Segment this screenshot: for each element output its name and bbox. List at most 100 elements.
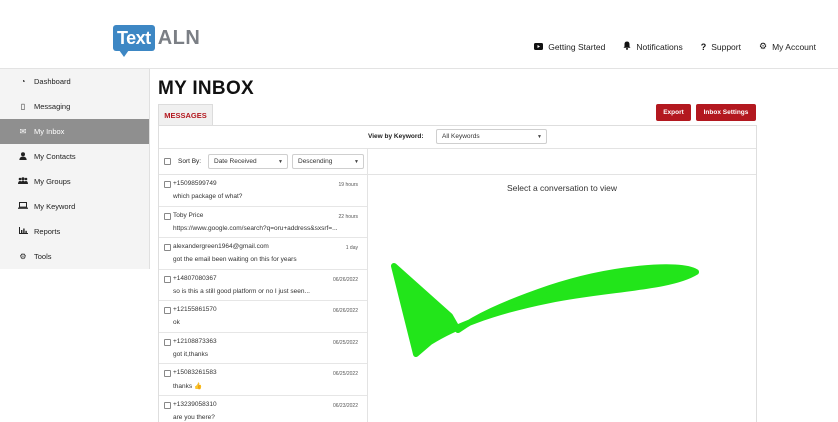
conversation-name: +12155861570: [173, 306, 217, 313]
conversation-time: 06/26/2022: [332, 308, 358, 314]
caret-down-icon: ▼: [278, 158, 283, 165]
sidebar-item-messaging[interactable]: ▯ Messaging: [0, 94, 149, 119]
chart-icon: [18, 227, 28, 236]
sidebar-item-my-inbox[interactable]: ✉ My Inbox: [0, 119, 149, 144]
inbox-settings-button[interactable]: Inbox Settings: [696, 104, 756, 121]
conversation-item[interactable]: +12108873363 06/25/2022 got it,thanks: [159, 333, 367, 364]
conversation-time: 06/26/2022: [332, 276, 358, 283]
conversation-name: +14807080367: [173, 274, 217, 282]
keyword-select[interactable]: All Keywords ▼: [436, 129, 547, 144]
conversation-name: Toby Price: [173, 211, 204, 219]
sidebar-item-dashboard[interactable]: ◔ Dashboard: [0, 69, 149, 94]
conversation-checkbox[interactable]: [164, 212, 171, 220]
logo-mark: Text: [113, 25, 155, 57]
conversation-placeholder: Select a conversation to view: [506, 183, 618, 193]
sort-row: Sort By: Date Received ▼ Descending ▼: [159, 149, 367, 175]
gear-icon: ⚙: [758, 41, 768, 51]
sidebar-item-label: My Keyword: [34, 202, 76, 211]
notifications-link[interactable]: Notifications: [623, 41, 683, 52]
conversation-name: +15098599749: [173, 180, 217, 187]
keyword-select-value: All Keywords: [442, 133, 480, 140]
notifications-label: Notifications: [636, 41, 683, 52]
conversation-item[interactable]: alexandergreen1964@gmail.com 1 day got t…: [159, 238, 367, 270]
conversation-preview: which package of what?: [173, 193, 243, 200]
sidebar-item-label: Messaging: [34, 102, 71, 111]
logo-text: ALN: [157, 26, 201, 49]
conversation-time: 06/25/2022: [332, 339, 358, 346]
conversation-time: 1 day: [345, 245, 358, 251]
envelope-icon: ✉: [19, 127, 27, 136]
phone-icon: ▯: [20, 102, 26, 111]
sidebar-item-label: Dashboard: [34, 77, 71, 86]
conversation-preview: thanks 👍: [173, 383, 203, 390]
sidebar-item-label: My Inbox: [34, 127, 65, 136]
caret-down-icon: ▼: [354, 158, 359, 165]
conversation-name: alexandergreen1964@gmail.com: [173, 243, 269, 250]
sidebar-item-my-contacts[interactable]: My Contacts: [0, 144, 149, 169]
conversation-checkbox[interactable]: [164, 275, 171, 283]
sort-by-value: Date Received: [214, 158, 257, 165]
conversation-preview: got the email been waiting on this for y…: [173, 256, 297, 263]
support-label: Support: [711, 41, 741, 52]
conversation-checkbox[interactable]: [164, 338, 171, 346]
page: Text ALN Getting Started Notifications ?…: [0, 0, 838, 422]
conversation-name: +12108873363: [173, 337, 217, 345]
conversation-item[interactable]: +14807080367 06/26/2022 so is this a sti…: [159, 270, 367, 301]
conversation-item[interactable]: +12155861570 06/26/2022 ok: [159, 301, 367, 333]
conversation-checkbox[interactable]: [164, 370, 171, 377]
conversation-preview: so is this a still good platform or no I…: [173, 287, 310, 295]
conversation-preview: ok: [173, 319, 180, 326]
sidebar-item-label: My Groups: [34, 177, 71, 186]
conversation-name: +13239058310: [173, 400, 217, 408]
sidebar-item-tools[interactable]: ⚙ Tools: [0, 244, 149, 269]
keyword-filter-row: View by Keyword: All Keywords ▼: [159, 126, 756, 149]
textaln-logo[interactable]: Text ALN: [113, 24, 201, 57]
user-icon: [18, 151, 28, 162]
sidebar: ◔ Dashboard ▯ Messaging ✉ My Inbox My Co…: [0, 69, 150, 269]
support-link[interactable]: ? Support: [701, 42, 741, 52]
conversation-checkbox[interactable]: [164, 307, 171, 314]
conversation-preview: got it,thanks: [173, 350, 209, 358]
top-nav: Getting Started Notifications ? Support …: [534, 41, 816, 52]
sidebar-item-my-groups[interactable]: My Groups: [0, 169, 149, 194]
users-icon: [18, 177, 28, 186]
conversation-name: +15083261583: [173, 369, 217, 376]
conversation-item[interactable]: +15083261583 06/25/2022 thanks 👍: [159, 364, 367, 396]
sort-direction-value: Descending: [298, 158, 333, 165]
conversation-preview: https://www.google.com/search?q=oru+addr…: [173, 224, 338, 232]
bell-icon: [623, 41, 631, 52]
tools-icon: ⚙: [19, 252, 27, 261]
laptop-icon: [18, 202, 28, 211]
getting-started-label: Getting Started: [548, 41, 606, 52]
select-all-checkbox[interactable]: [164, 158, 171, 165]
tab-messages[interactable]: MESSAGES: [158, 104, 213, 125]
sidebar-item-my-keyword[interactable]: My Keyword: [0, 194, 149, 219]
page-title: MY INBOX: [158, 78, 255, 99]
export-button[interactable]: Export: [656, 104, 691, 121]
sidebar-item-label: Reports: [34, 227, 61, 236]
annotation-arrow-icon: [391, 263, 699, 357]
conversation-item[interactable]: +13239058310 06/23/2022 are you there?: [159, 396, 367, 422]
video-icon: [534, 42, 544, 52]
conversation-header: [368, 149, 756, 175]
sort-by-select[interactable]: Date Received ▼: [208, 154, 288, 169]
sort-by-label: Sort By:: [178, 158, 202, 165]
sidebar-item-label: Tools: [34, 252, 52, 261]
getting-started-link[interactable]: Getting Started: [534, 42, 605, 52]
conversation-item[interactable]: Toby Price 22 hours https://www.google.c…: [159, 207, 367, 238]
conversation-time: 06/23/2022: [332, 402, 358, 409]
sort-direction-select[interactable]: Descending ▼: [292, 154, 364, 169]
my-account-label: My Account: [772, 41, 816, 52]
conversation-time: 06/25/2022: [332, 371, 358, 377]
question-icon: ?: [700, 41, 707, 52]
keyword-filter-label: View by Keyword:: [368, 133, 424, 140]
conversation-checkbox[interactable]: [164, 181, 171, 188]
conversation-checkbox[interactable]: [164, 401, 171, 409]
conversation-checkbox[interactable]: [164, 244, 171, 251]
conversation-item[interactable]: +15098599749 19 hours which package of w…: [159, 175, 367, 207]
conversation-list: Sort By: Date Received ▼ Descending ▼ +1…: [159, 149, 368, 422]
my-account-link[interactable]: ⚙ My Account: [759, 41, 816, 52]
dashboard-icon: ◔: [20, 77, 26, 86]
sidebar-item-reports[interactable]: Reports: [0, 219, 149, 244]
caret-down-icon: ▼: [537, 133, 542, 140]
